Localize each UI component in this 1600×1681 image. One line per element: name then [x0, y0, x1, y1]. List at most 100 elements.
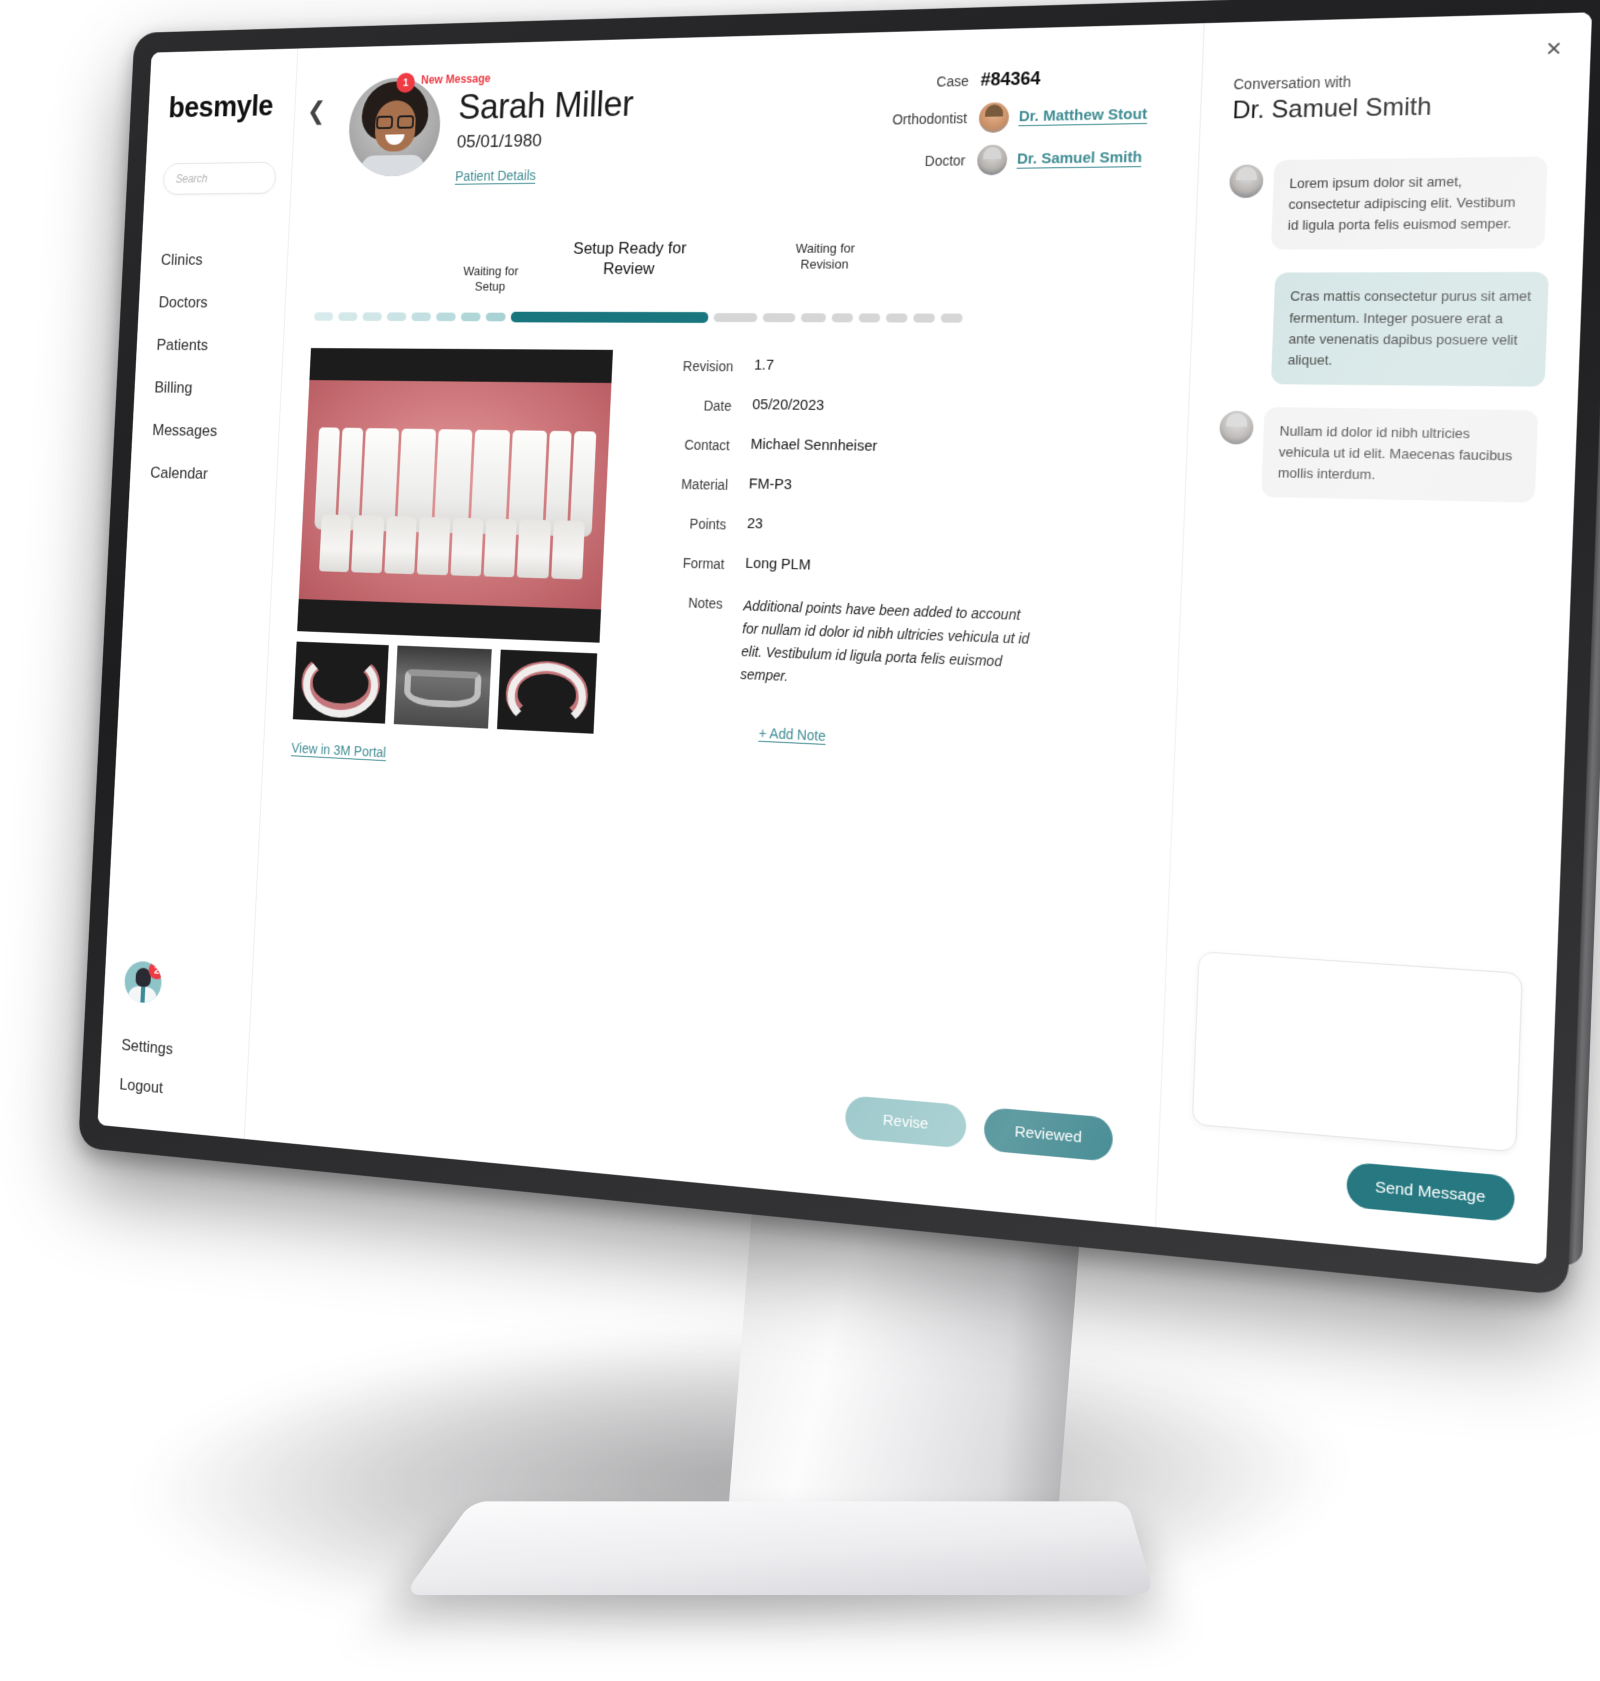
sidebar-item-billing[interactable]: Billing — [134, 366, 282, 410]
message-item: Lorem ipsum dolor sit amet, consectetur … — [1227, 156, 1553, 251]
app-logo[interactable]: besmyle — [148, 88, 296, 125]
field-label: Revision — [682, 358, 734, 375]
add-note-button[interactable]: + Add Note — [758, 724, 826, 746]
sidebar-item-messages[interactable]: Messages — [131, 409, 279, 454]
page-title: Sarah Miller — [457, 83, 635, 127]
media-panel: View in 3M Portal — [291, 347, 624, 774]
field-format: Format Long PLM — [662, 552, 1150, 584]
orthodontist-link[interactable]: Dr. Matthew Stout — [1018, 105, 1148, 127]
timeline-segment — [485, 312, 506, 322]
revise-button[interactable]: Revise — [844, 1095, 968, 1149]
field-label: Format — [682, 554, 725, 572]
orthodontist-row: Orthodontist Dr. Matthew Stout — [842, 100, 1148, 136]
orthodontist-label: Orthodontist — [892, 110, 968, 128]
user-avatar[interactable]: 2 — [123, 959, 163, 1005]
doctor-row: Doctor Dr. Samuel Smith — [840, 143, 1143, 177]
field-revision: Revision 1.7 — [671, 356, 1159, 378]
patient-dob: 05/01/1980 — [456, 130, 543, 153]
monitor-bezel: besmyle Search Clinics Doctors Patients … — [78, 0, 1600, 1296]
case-label: Case — [936, 72, 970, 90]
new-message-label: New Message — [420, 71, 491, 87]
app-window: besmyle Search Clinics Doctors Patients … — [97, 12, 1593, 1265]
sidebar-item-patients[interactable]: Patients — [136, 324, 284, 368]
sidebar-item-doctors[interactable]: Doctors — [138, 281, 286, 324]
field-contact: Contact Michael Sennheiser — [668, 434, 1156, 460]
sidebar-nav: Clinics Doctors Patients Billing Message… — [129, 238, 288, 497]
doctor-label: Doctor — [924, 152, 966, 169]
patient-header: 1 New Message Sarah Miller 05/01/1980 Pa… — [307, 59, 1171, 187]
conversation-title: Dr. Samuel Smith — [1231, 92, 1433, 125]
view-in-3m-portal-link[interactable]: View in 3M Portal — [291, 739, 387, 762]
field-material: Material FM-P3 — [666, 474, 1154, 502]
notes-value: Additional points have been added to acc… — [740, 597, 1030, 685]
timeline-segment — [713, 313, 758, 323]
case-detail-body: View in 3M Portal Revision 1.7 Date 05/2… — [279, 347, 1160, 802]
thumbnail-panoramic-xray[interactable] — [393, 645, 492, 729]
user-notification-badge: 2 — [148, 960, 163, 980]
timeline-label-setup-ready: Setup Ready for Review — [572, 238, 687, 279]
message-list: Lorem ipsum dolor sit amet, consectetur … — [1217, 156, 1553, 504]
monitor: besmyle Search Clinics Doctors Patients … — [78, 0, 1600, 1296]
field-label: Points — [689, 515, 727, 533]
case-number-row: Case #84364 — [843, 66, 1142, 94]
case-info: Case #84364 Orthodontist Dr. Matthew Sto… — [839, 66, 1148, 189]
timeline-segment — [362, 312, 382, 322]
message-bubble: Lorem ipsum dolor sit amet, consectetur … — [1270, 156, 1548, 251]
timeline-track[interactable] — [314, 312, 1151, 324]
field-label: Contact — [684, 436, 731, 454]
patient-avatar[interactable] — [346, 76, 443, 177]
timeline-segment — [510, 312, 709, 324]
message-compose-input[interactable] — [1191, 951, 1523, 1153]
thumbnail-upper-arch-scan[interactable] — [497, 649, 598, 734]
timeline-segment — [338, 312, 358, 322]
timeline-segment — [831, 313, 854, 323]
doctor-avatar — [976, 144, 1008, 176]
timeline-segment — [314, 312, 334, 322]
sidebar-footer: 2 Settings Logout — [99, 958, 253, 1116]
message-bubble: Cras mattis consectetur purus sit amet f… — [1270, 272, 1549, 387]
reviewed-button[interactable]: Reviewed — [983, 1106, 1114, 1162]
sidebar-item-clinics[interactable]: Clinics — [140, 238, 288, 281]
patient-details-link[interactable]: Patient Details — [454, 167, 537, 185]
sidebar-item-calendar[interactable]: Calendar — [129, 451, 277, 497]
status-timeline: Waiting for Setup Setup Ready for Review W… — [299, 224, 1164, 343]
field-value: Long PLM — [744, 554, 812, 574]
timeline-segment — [435, 312, 456, 322]
message-item: Cras mattis consectetur purus sit amet f… — [1221, 272, 1549, 387]
case-number: #84364 — [980, 68, 1041, 90]
main-scan-image[interactable] — [297, 347, 613, 643]
monitor-stand-base — [403, 1501, 1155, 1596]
timeline-label-waiting-setup: Waiting for Setup — [462, 263, 519, 294]
message-avatar — [1228, 164, 1264, 199]
search-input[interactable]: Search — [162, 161, 277, 195]
monitor-screen: besmyle Search Clinics Doctors Patients … — [97, 12, 1593, 1265]
timeline-segment — [940, 313, 963, 324]
field-label: Material — [680, 475, 729, 493]
action-buttons: Revise Reviewed — [844, 1095, 1114, 1162]
timeline-segment — [460, 312, 481, 322]
timeline-segment — [800, 313, 827, 323]
message-item: Nullam id dolor id nibh ultricies vehicu… — [1217, 407, 1544, 504]
field-value: Michael Sennheiser — [750, 435, 878, 455]
screenshot-stage: besmyle Search Clinics Doctors Patients … — [0, 0, 1600, 1681]
search-placeholder: Search — [175, 172, 208, 186]
field-value: FM-P3 — [748, 475, 793, 494]
doctor-link[interactable]: Dr. Samuel Smith — [1016, 148, 1143, 169]
message-bubble: Nullam id dolor id nibh ultricies vehicu… — [1261, 407, 1539, 504]
conversation-subtitle: Conversation with — [1233, 73, 1352, 93]
timeline-segment — [885, 313, 908, 323]
timeline-label-waiting-revision: Waiting for Revision — [795, 240, 856, 272]
field-value: 05/20/2023 — [752, 396, 825, 414]
back-chevron-icon[interactable]: ❮ — [306, 96, 326, 125]
close-icon[interactable]: × — [1545, 34, 1562, 63]
orthodontist-avatar — [978, 102, 1010, 134]
field-label: Date — [703, 397, 732, 414]
timeline-segment — [386, 312, 407, 322]
timeline-segment — [411, 312, 432, 322]
thumbnail-lower-arch-scan[interactable] — [292, 641, 389, 724]
patient-info: Sarah Miller 05/01/1980 Patient Details — [437, 72, 635, 186]
detail-fields: Revision 1.7 Date 05/20/2023 Contact Mic… — [605, 350, 1160, 802]
send-message-button[interactable]: Send Message — [1345, 1161, 1516, 1223]
field-value: 1.7 — [753, 356, 775, 374]
field-notes: Notes Additional points have been added … — [657, 592, 1149, 704]
